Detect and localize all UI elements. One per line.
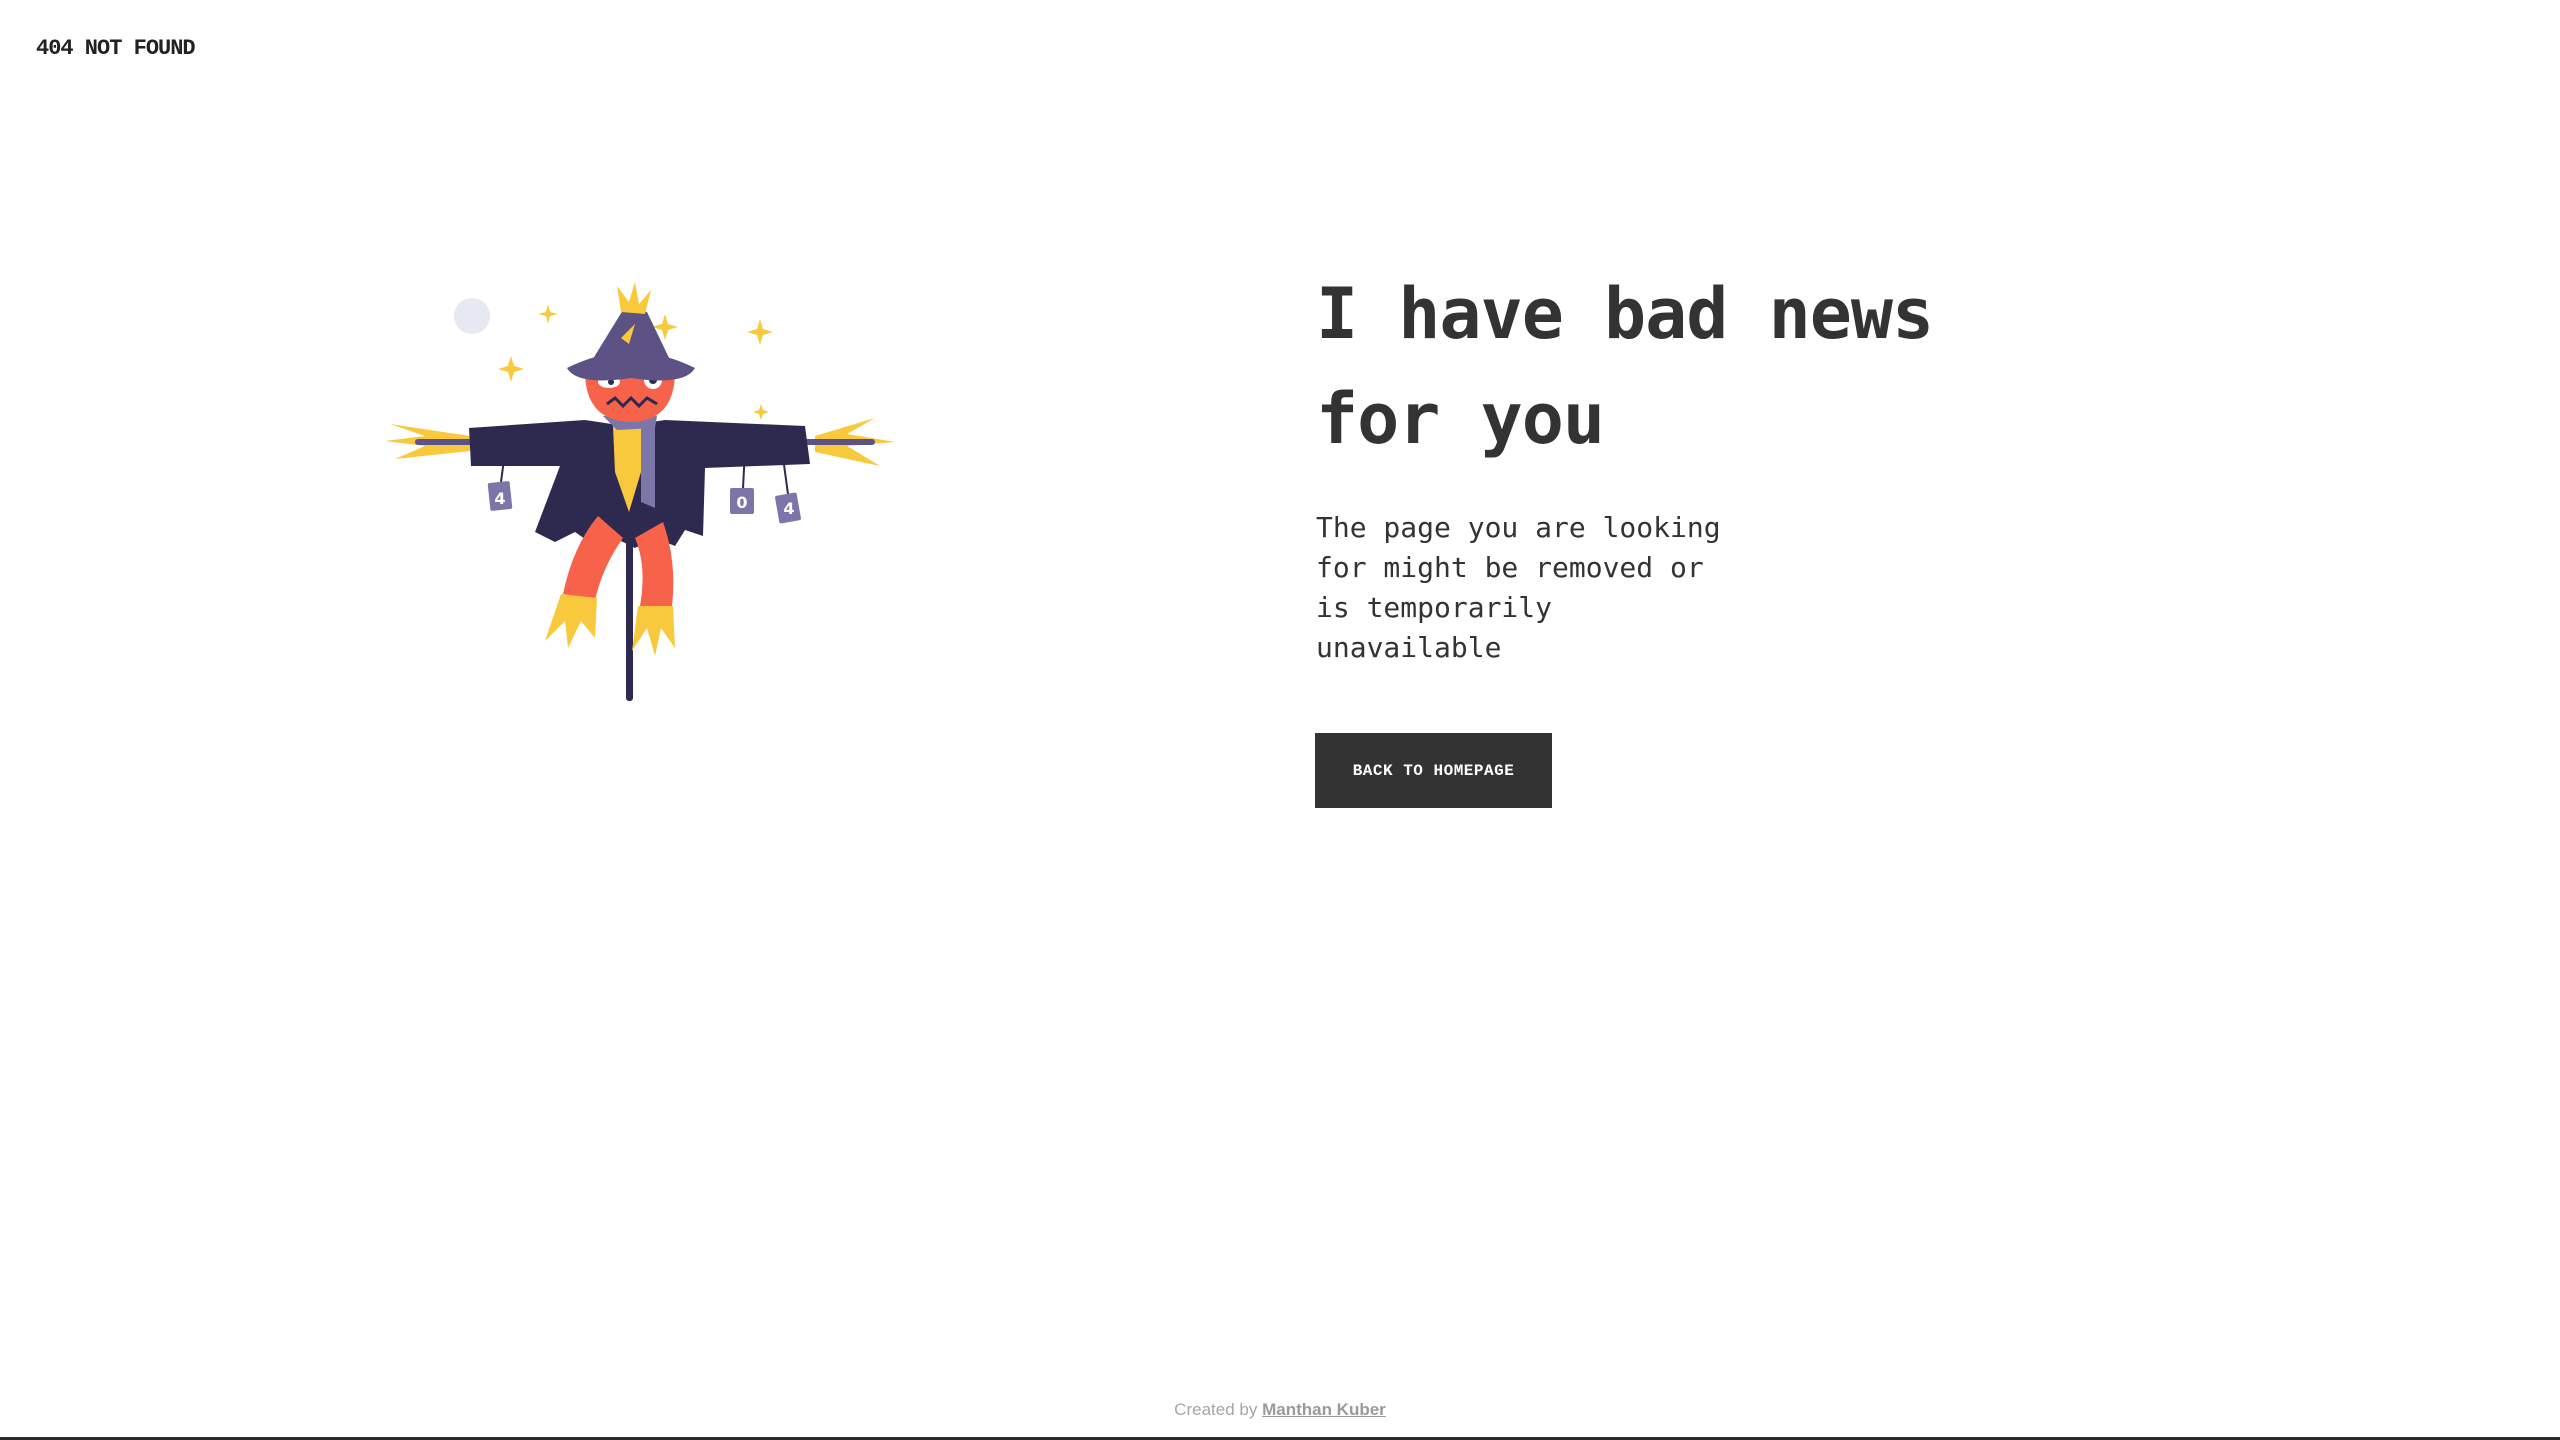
scarecrow-illustration: 4 0 4 [385, 276, 895, 706]
scarecrow-icon: 4 0 4 [385, 282, 895, 701]
brand-title: 404 NOT FOUND [36, 36, 196, 61]
tag-label: 0 [736, 493, 747, 512]
headline-line-1: I have bad news [1316, 273, 1934, 355]
author-link[interactable]: Manthan Kuber [1262, 1400, 1386, 1419]
page: 404 NOT FOUND 4 0 4 I have bad news for … [0, 0, 2560, 1440]
content: I have bad news for you The page you are… [1316, 262, 2076, 668]
back-to-homepage-button[interactable]: BACK TO HOMEPAGE [1315, 733, 1552, 808]
page-title: I have bad news for you [1316, 262, 2076, 472]
footer: Created by Manthan Kuber [0, 1400, 2560, 1420]
tag-label: 4 [783, 499, 794, 518]
footer-prefix: Created by [1174, 1400, 1258, 1419]
tag-label: 4 [494, 489, 505, 508]
headline-line-2: for you [1316, 378, 1605, 460]
moon-icon [454, 298, 490, 334]
error-message: The page you are looking for might be re… [1316, 511, 1721, 664]
